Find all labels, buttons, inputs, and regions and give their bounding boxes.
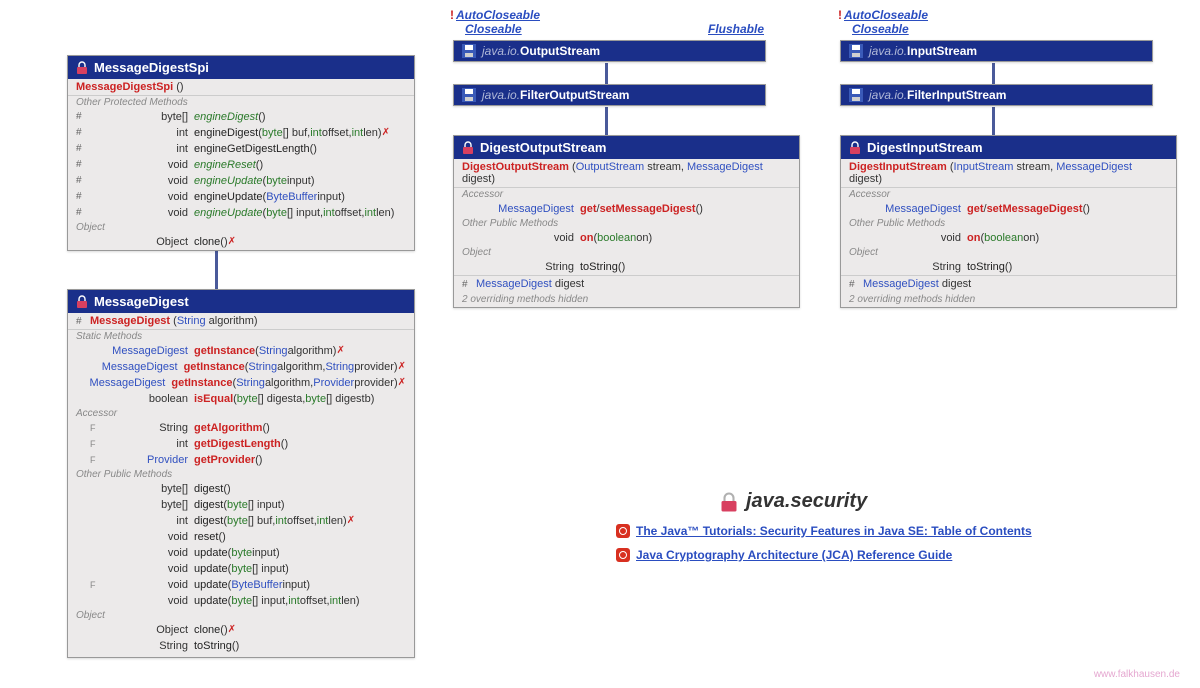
member-row: voidon (boolean on) <box>841 230 1176 246</box>
class-MessageDigest: MessageDigest #MessageDigest (String alg… <box>67 289 415 658</box>
ctor-row: MessageDigestSpi () <box>68 79 414 96</box>
disk-icon <box>462 88 476 102</box>
section-label: Other Public Methods <box>68 468 414 481</box>
section-label: Other Public Methods <box>841 217 1176 230</box>
member-row: #intengineDigest (byte[] buf, int offset… <box>68 125 414 141</box>
ctor-row: #MessageDigest (String algorithm) <box>68 313 414 330</box>
member-row: booleanisEqual (byte[] digesta, byte[] d… <box>68 391 414 407</box>
class-DigestInputStream: DigestInputStream DigestInputStream (Inp… <box>840 135 1177 308</box>
member-row: #voidengineReset () <box>68 157 414 173</box>
title-FilterInputStream: java.io.FilterInputStream <box>841 85 1152 105</box>
iface-closeable-in: Closeable <box>852 22 909 36</box>
ctor-row: DigestInputStream (InputStream stream, M… <box>841 159 1176 188</box>
section-label: Static Methods <box>68 330 414 343</box>
class-OutputStream: java.io.OutputStream <box>453 40 766 62</box>
class-name: MessageDigestSpi <box>94 60 209 75</box>
member-row: voidreset () <box>68 529 414 545</box>
section-label: Object <box>68 221 414 234</box>
class-MessageDigestSpi: MessageDigestSpi MessageDigestSpi () Oth… <box>67 55 415 251</box>
disk-icon <box>849 44 863 58</box>
section-label: Other Protected Methods <box>68 96 414 109</box>
member-row: voidupdate (byte input) <box>68 545 414 561</box>
title-FilterOutputStream: java.io.FilterOutputStream <box>454 85 765 105</box>
class-FilterOutputStream: java.io.FilterOutputStream <box>453 84 766 106</box>
member-row: StringtoString () <box>454 259 799 275</box>
member-row: StringtoString () <box>68 638 414 657</box>
lock-icon <box>76 295 88 309</box>
title-DigestOutputStream: DigestOutputStream <box>454 136 799 159</box>
connector-in2-dis <box>992 107 995 135</box>
ref-link-tutorials[interactable]: The Java™ Tutorials: Security Features i… <box>616 524 1032 538</box>
member-row: byte[]digest () <box>68 481 414 497</box>
hidden-note: 2 overriding methods hidden <box>454 292 799 307</box>
credit-label: www.falkhausen.de <box>1094 669 1180 680</box>
section-label: Object <box>68 609 414 622</box>
ref-link-jca[interactable]: Java Cryptography Architecture (JCA) Ref… <box>616 548 952 562</box>
lock-icon <box>849 141 861 155</box>
member-row: MessageDigestgetInstance (String algorit… <box>68 375 414 391</box>
class-name: DigestOutputStream <box>480 140 606 155</box>
connector-in1-in2 <box>992 63 995 85</box>
member-row: #voidengineUpdate (byte input) <box>68 173 414 189</box>
member-row: FintgetDigestLength () <box>68 436 414 452</box>
member-row: Objectclone () ✗ <box>68 234 414 250</box>
section-label: Accessor <box>454 188 799 201</box>
title-MessageDigest: MessageDigest <box>68 290 414 313</box>
section-label: Other Public Methods <box>454 217 799 230</box>
iface-autocloseable-in: !AutoCloseable <box>838 8 928 22</box>
section-label: Accessor <box>68 407 414 420</box>
hidden-note: 2 overriding methods hidden <box>841 292 1176 307</box>
member-row: MessageDigestget/setMessageDigest () <box>841 201 1176 217</box>
member-row: Fvoidupdate (ByteBuffer input) <box>68 577 414 593</box>
member-row: #intengineGetDigestLength () <box>68 141 414 157</box>
lock-icon <box>462 141 474 155</box>
oracle-icon <box>616 548 630 562</box>
connector-out1-out2 <box>605 63 608 85</box>
oracle-icon <box>616 524 630 538</box>
member-row: voidupdate (byte[] input) <box>68 561 414 577</box>
member-row: #byte[]engineDigest () <box>68 109 414 125</box>
member-row: #voidengineUpdate (ByteBuffer input) <box>68 189 414 205</box>
section-label: Object <box>841 246 1176 259</box>
connector-out2-dos <box>605 107 608 135</box>
member-row: FProvidergetProvider () <box>68 452 414 468</box>
field-row: #MessageDigest digest <box>454 275 799 292</box>
title-MessageDigestSpi: MessageDigestSpi <box>68 56 414 79</box>
field-row: #MessageDigest digest <box>841 275 1176 292</box>
class-name: MessageDigest <box>94 294 189 309</box>
iface-closeable-out: Closeable <box>465 22 522 36</box>
title-OutputStream: java.io.OutputStream <box>454 41 765 61</box>
title-InputStream: java.io.InputStream <box>841 41 1152 61</box>
lock-icon <box>76 61 88 75</box>
member-row: intdigest (byte[] buf, int offset, int l… <box>68 513 414 529</box>
member-row: StringtoString () <box>841 259 1176 275</box>
iface-autocloseable-out: !AutoCloseable <box>450 8 540 22</box>
disk-icon <box>849 88 863 102</box>
connector-spi-md <box>215 247 218 289</box>
title-DigestInputStream: DigestInputStream <box>841 136 1176 159</box>
member-row: FStringgetAlgorithm () <box>68 420 414 436</box>
section-label: Accessor <box>841 188 1176 201</box>
member-row: byte[]digest (byte[] input) <box>68 497 414 513</box>
member-row: voidupdate (byte[] input, int offset, in… <box>68 593 414 609</box>
class-name: DigestInputStream <box>867 140 983 155</box>
disk-icon <box>462 44 476 58</box>
lock-icon <box>720 492 738 512</box>
member-row: #voidengineUpdate (byte[] input, int off… <box>68 205 414 221</box>
member-row: voidon (boolean on) <box>454 230 799 246</box>
ctor-row: DigestOutputStream (OutputStream stream,… <box>454 159 799 188</box>
class-InputStream: java.io.InputStream <box>840 40 1153 62</box>
member-row: MessageDigestgetInstance (String algorit… <box>68 343 414 359</box>
class-FilterInputStream: java.io.FilterInputStream <box>840 84 1153 106</box>
member-row: MessageDigestget/setMessageDigest () <box>454 201 799 217</box>
member-row: Objectclone () ✗ <box>68 622 414 638</box>
section-label: Object <box>454 246 799 259</box>
class-DigestOutputStream: DigestOutputStream DigestOutputStream (O… <box>453 135 800 308</box>
package-title: java.security <box>720 490 867 513</box>
member-row: MessageDigestgetInstance (String algorit… <box>68 359 414 375</box>
iface-flushable: Flushable <box>708 22 764 36</box>
